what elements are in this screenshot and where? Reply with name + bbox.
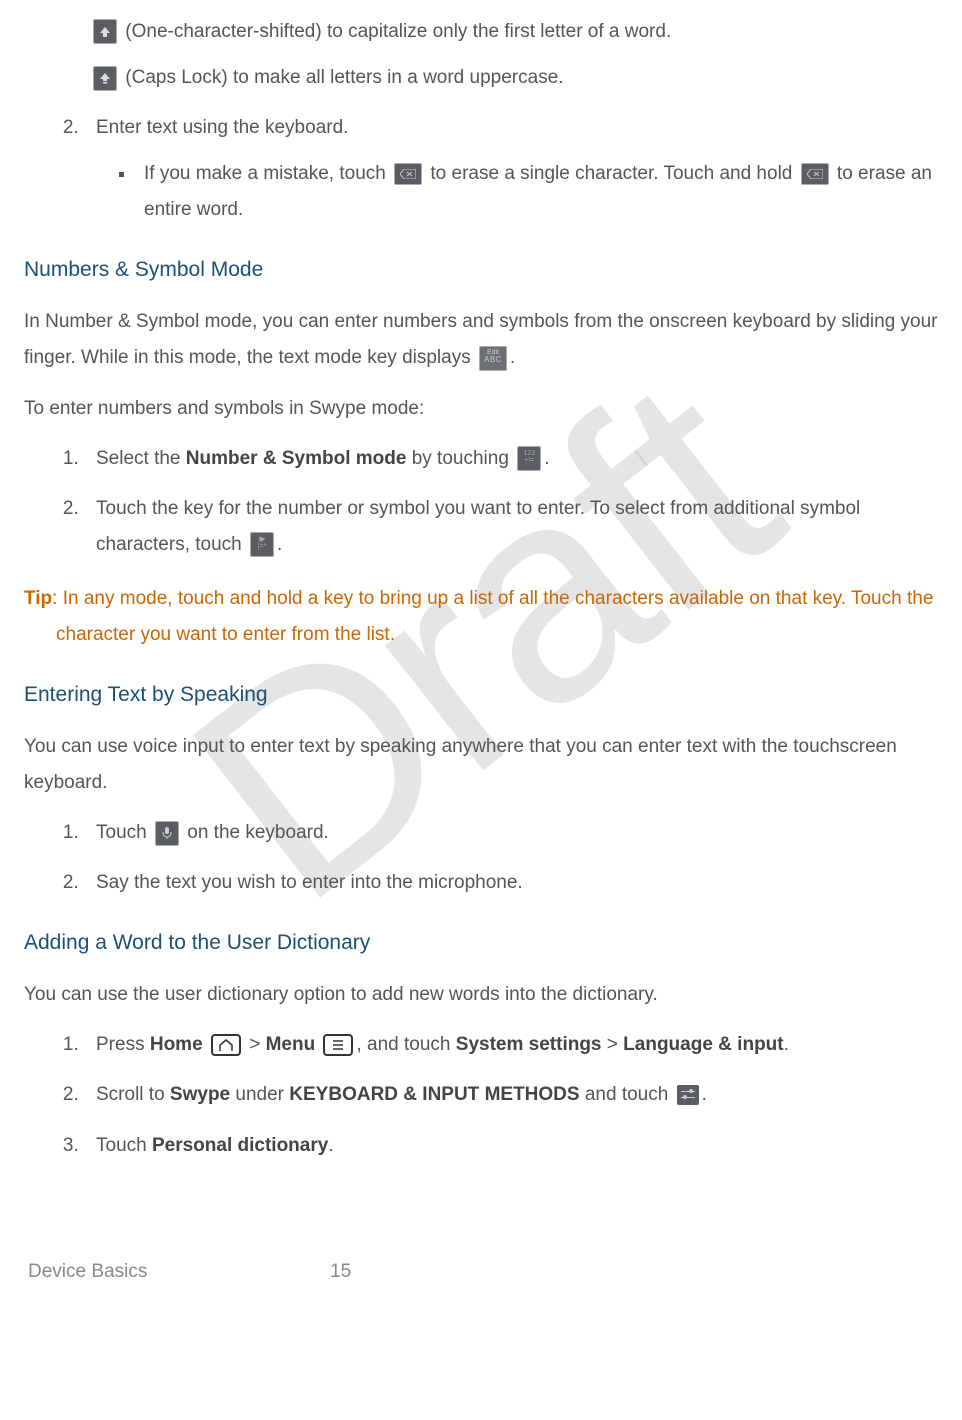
shift-desc-2: (Caps Lock) to make all letters in a wor… xyxy=(24,60,938,96)
dict-step-2: Scroll to Swype under KEYBOARD & INPUT M… xyxy=(84,1077,938,1113)
backspace-icon-2 xyxy=(801,163,829,185)
dict-step-3: Touch Personal dictionary. xyxy=(84,1128,938,1164)
ns1-c: . xyxy=(544,448,549,469)
ds3-pd: Personal dictionary xyxy=(152,1135,328,1156)
ds1-d: > xyxy=(602,1034,624,1055)
voice-step-1: Touch on the keyboard. xyxy=(84,815,938,851)
ns2-a: Touch the key for the number or symbol y… xyxy=(96,498,860,555)
shift-up-icon xyxy=(93,19,117,44)
ds2-b: under xyxy=(230,1084,289,1105)
erase-text-b: to erase a single character. Touch and h… xyxy=(430,163,797,184)
numbers-para: In Number & Symbol mode, you can enter n… xyxy=(24,304,938,376)
caps-lock-icon xyxy=(93,66,117,91)
ns1-b: by touching xyxy=(406,448,514,469)
tip-label: Tip xyxy=(24,588,52,609)
ds1-home: Home xyxy=(150,1034,203,1055)
heading-numbers-symbol: Numbers & Symbol Mode xyxy=(24,250,938,290)
dict-steps: Press Home > Menu , and touch System set… xyxy=(24,1027,938,1163)
ds1-c: , and touch xyxy=(356,1034,455,1055)
ns1-bold: Number & Symbol mode xyxy=(186,448,407,469)
vs1-b: on the keyboard. xyxy=(187,822,329,843)
mic-icon xyxy=(155,821,179,846)
num-sym-mode-icon: 123+!= xyxy=(517,446,541,471)
page-footer: Device Basics 15 xyxy=(24,1254,938,1300)
ds2-c: and touch xyxy=(580,1084,674,1105)
tip-body: : In any mode, touch and hold a key to b… xyxy=(52,588,933,645)
ds1-lang: Language & input xyxy=(623,1034,783,1055)
voice-step-2: Say the text you wish to enter into the … xyxy=(84,865,938,901)
enter-text-list: Enter text using the keyboard. If you ma… xyxy=(24,110,938,228)
ds2-kb: KEYBOARD & INPUT METHODS xyxy=(289,1084,579,1105)
voice-para: You can use voice input to enter text by… xyxy=(24,729,938,801)
enter-text-step-2-label: Enter text using the keyboard. xyxy=(96,117,348,138)
ds1-e: . xyxy=(784,1034,789,1055)
abc-mode-icon: Edit ABC xyxy=(479,346,507,371)
shift-desc-2-text: (Caps Lock) to make all letters in a wor… xyxy=(125,67,563,88)
erase-bullet: If you make a mistake, touch to erase a … xyxy=(136,156,938,228)
backspace-icon xyxy=(394,163,422,185)
numbers-para-b: . xyxy=(510,347,515,368)
footer-section: Device Basics xyxy=(28,1254,147,1290)
shift-desc-1: (One-character-shifted) to capitalize on… xyxy=(24,14,938,50)
voice-steps: Touch on the keyboard. Say the text you … xyxy=(24,815,938,901)
numbers-steps: Select the Number & Symbol mode by touch… xyxy=(24,441,938,563)
ds1-b: > xyxy=(249,1034,265,1055)
ds2-d: . xyxy=(702,1084,707,1105)
ds3-b: . xyxy=(328,1135,333,1156)
menu-icon xyxy=(323,1034,353,1056)
dict-para: You can use the user dictionary option t… xyxy=(24,977,938,1013)
ns1-a: Select the xyxy=(96,448,186,469)
ds3-a: Touch xyxy=(96,1135,152,1156)
abc-bot: ABC xyxy=(480,356,506,364)
erase-text-a: If you make a mistake, touch xyxy=(144,163,391,184)
vs1-a: Touch xyxy=(96,822,152,843)
shift-desc-1-text: (One-character-shifted) to capitalize on… xyxy=(125,21,671,42)
settings-slider-icon xyxy=(677,1085,699,1105)
numbers-para-2: To enter numbers and symbols in Swype mo… xyxy=(24,391,938,427)
home-icon xyxy=(211,1034,241,1056)
ds2-a: Scroll to xyxy=(96,1084,170,1105)
enter-text-step-2: Enter text using the keyboard. If you ma… xyxy=(84,110,938,228)
ds2-swype: Swype xyxy=(170,1084,230,1105)
heading-voice: Entering Text by Speaking xyxy=(24,675,938,715)
dict-step-1: Press Home > Menu , and touch System set… xyxy=(84,1027,938,1063)
additional-sym-icon: i▶|=* xyxy=(250,532,274,557)
ds1-sys: System settings xyxy=(456,1034,602,1055)
ds1-a: Press xyxy=(96,1034,150,1055)
heading-dictionary: Adding a Word to the User Dictionary xyxy=(24,923,938,963)
page-content: (One-character-shifted) to capitalize on… xyxy=(24,0,938,1300)
numbers-step-2: Touch the key for the number or symbol y… xyxy=(84,491,938,563)
footer-page-number: 15 xyxy=(330,1254,351,1290)
numbers-step-1: Select the Number & Symbol mode by touch… xyxy=(84,441,938,477)
ns2-b: . xyxy=(277,534,282,555)
ds1-menu: Menu xyxy=(266,1034,316,1055)
tip-block: Tip: In any mode, touch and hold a key t… xyxy=(24,581,938,653)
enter-text-sublist: If you make a mistake, touch to erase a … xyxy=(96,156,938,228)
